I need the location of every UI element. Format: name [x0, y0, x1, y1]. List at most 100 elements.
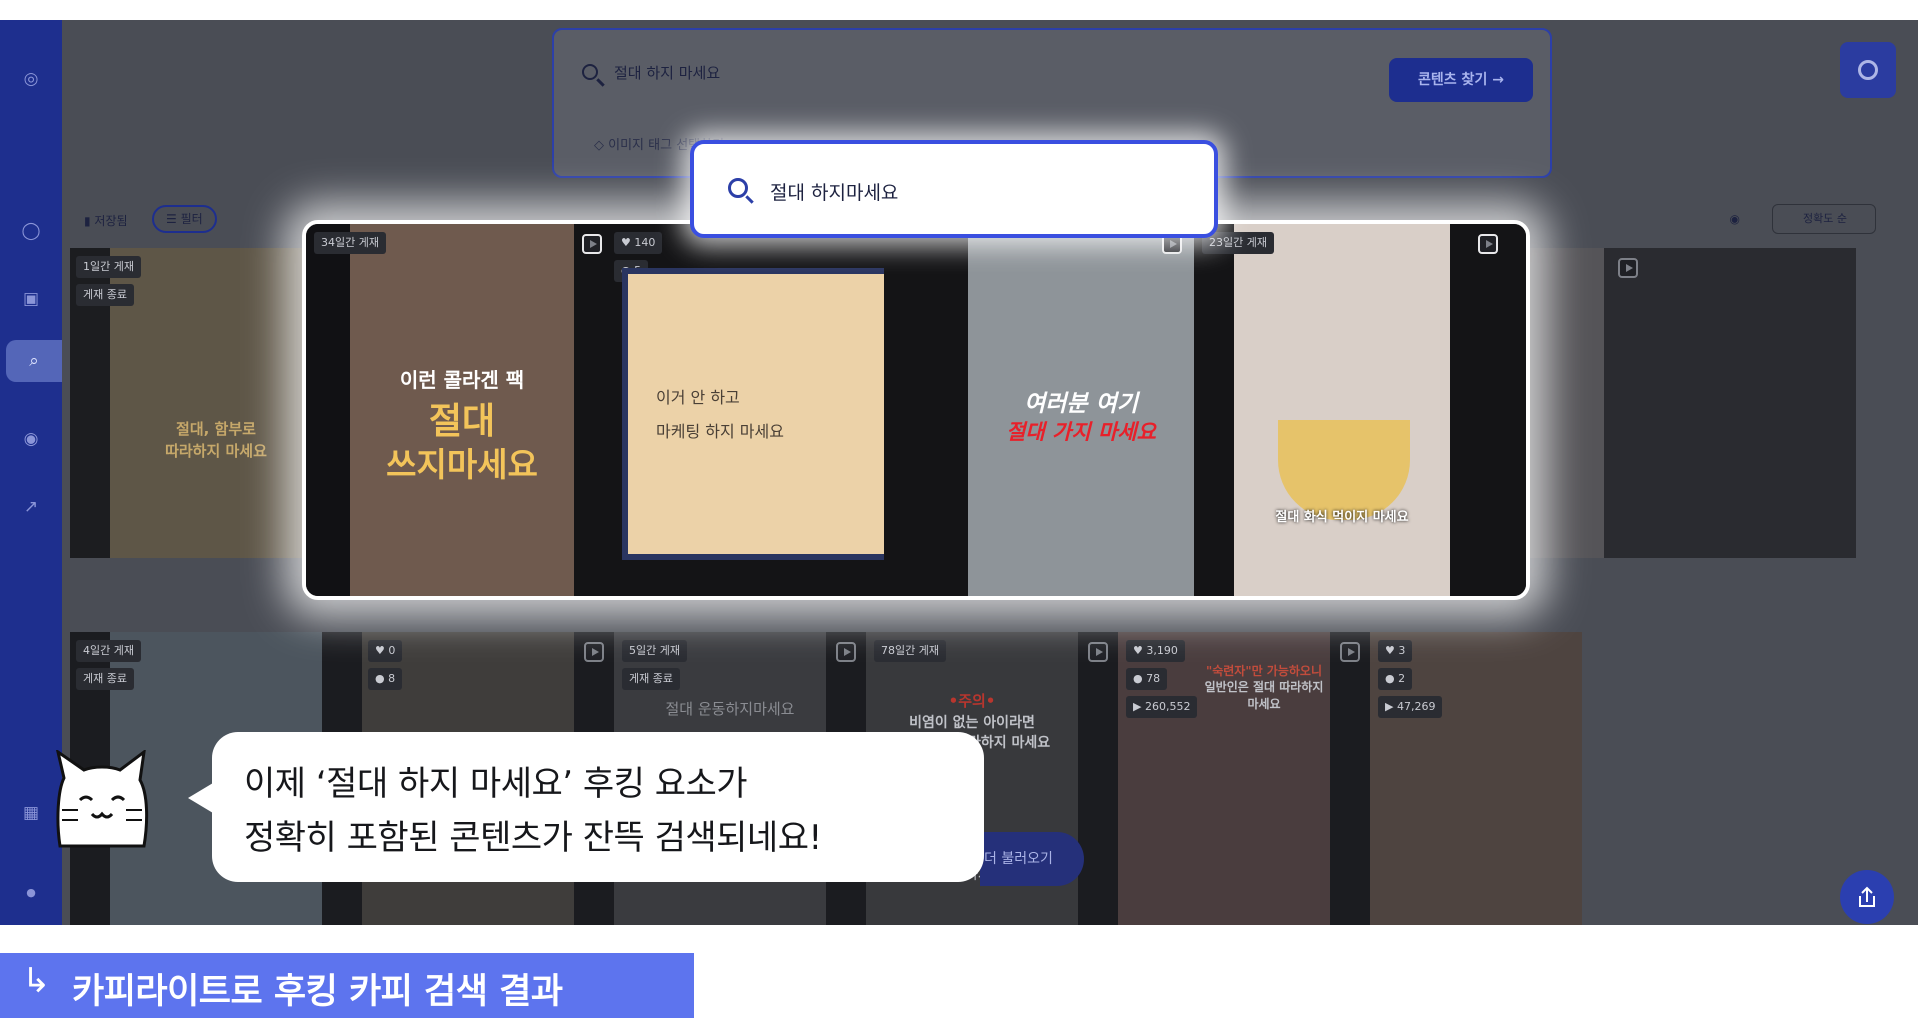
card-thumbnail	[1234, 224, 1450, 596]
saved-toggle[interactable]: ▮ 저장됨	[84, 212, 128, 229]
play-icon	[584, 642, 604, 662]
likes-count: 140	[634, 236, 656, 249]
heart-icon: ♥	[1385, 644, 1399, 657]
app-screen: ◎ ◯ ▣ ⌕ ◉ ↗ ▦ ● 절대 하지 마세요 ◇ 이미지 태그 선택하기 …	[0, 20, 1918, 925]
status-badge: 게재 종료	[76, 284, 134, 306]
card-overlay-text: 마케팅 하지 마세요	[656, 422, 784, 441]
content-card[interactable]: 1일간 게재 게재 종료 절대, 함부로 따라하지 마세요	[70, 248, 322, 558]
heart-icon: ♥	[621, 236, 635, 249]
card-thumbnail	[622, 268, 884, 560]
sort-label: 정확도 순	[1803, 212, 1847, 225]
comments-badge: ● 8	[368, 668, 403, 690]
views-count: 47,269	[1396, 700, 1436, 713]
play-icon	[1478, 234, 1498, 254]
highlight-card[interactable]: 34일간 게재 이런 콜라겐 팩 절대 쓰지마세요	[306, 224, 574, 596]
share-icon	[1859, 886, 1875, 907]
sidebar: ◎ ◯ ▣ ⌕ ◉ ↗ ▦ ●	[0, 20, 62, 925]
load-more-button[interactable]: 더 불러오기	[980, 832, 1084, 886]
play-icon	[1618, 258, 1638, 278]
likes-count: 0	[388, 644, 396, 657]
views-count: 260,552	[1144, 700, 1191, 713]
likes-badge: ♥ 140	[614, 232, 663, 254]
highlight-card[interactable]: 23일간 게재 절대 화식 먹이지 마세요	[1194, 224, 1526, 596]
comment-icon: ●	[375, 672, 389, 685]
status-badge: 게재 종료	[622, 668, 680, 690]
filter-icon: ☰	[166, 212, 181, 226]
tag-icon: ◇	[594, 138, 609, 153]
logo-icon[interactable]: ◎	[14, 64, 48, 94]
heart-icon: ♥	[1133, 644, 1147, 657]
card-overlay-text: 절대 가지 마세요	[1006, 420, 1156, 444]
search-content-icon[interactable]: ⌕	[6, 340, 62, 382]
eye-icon[interactable]: ◉	[1730, 212, 1740, 226]
image-search-icon[interactable]: ▣	[14, 284, 48, 314]
grid-icon[interactable]: ▦	[14, 798, 48, 828]
comments-badge: ● 78	[1126, 668, 1168, 690]
highlight-card[interactable]: 여러분 여기 절대 가지 마세요	[884, 224, 1194, 596]
fingerprint-icon[interactable]: ◉	[14, 424, 48, 454]
profile-icon[interactable]: ●	[14, 878, 48, 908]
share-button[interactable]	[1840, 870, 1894, 924]
card-overlay-text: 이런 콜라겐 팩	[399, 368, 525, 392]
play-icon	[836, 642, 856, 662]
content-card[interactable]: ♥ 3 ● 2 ▶ 47,269	[1330, 632, 1582, 925]
search-input[interactable]: 절대 하지 마세요	[614, 62, 720, 83]
play-icon	[1088, 642, 1108, 662]
comment-icon: ●	[1133, 672, 1147, 685]
speech-line: 정확히 포함된 콘텐츠가 잔뜩 검색되네요!	[244, 818, 822, 858]
caption-text: 카피라이트로 후킹 카피 검색 결과	[72, 972, 563, 1012]
search-icon	[728, 178, 748, 198]
return-arrow-icon: ↳	[22, 961, 51, 1001]
card-overlay-text: 일반인은 절대 따라하지 마세요	[1204, 680, 1324, 711]
likes-badge: ♥ 0	[368, 640, 403, 662]
content-card[interactable]: ♥ 3,190 ● 78 ▶ 260,552 "숙련자"만 가능하오니 일반인은…	[1078, 632, 1330, 925]
comments-count: 8	[388, 672, 396, 685]
duration-badge: 5일간 게재	[622, 640, 687, 662]
bookmark-icon: ▮	[84, 214, 95, 228]
card-overlay-text: •주의•	[948, 692, 996, 710]
trend-icon[interactable]: ↗	[14, 492, 48, 522]
comment-icon: ●	[1385, 672, 1399, 685]
assistant-button[interactable]	[1840, 42, 1896, 98]
duration-badge: 1일간 게재	[76, 256, 141, 278]
card-overlay-text: 이거 안 하고	[656, 388, 740, 407]
card-overlay-text: 절대 운동하지마세요	[665, 700, 795, 718]
find-content-button[interactable]: 콘텐츠 찾기 →	[1389, 58, 1533, 102]
filter-button[interactable]: ☰ 필터	[152, 205, 217, 233]
sort-select[interactable]: 정확도 순	[1772, 204, 1876, 234]
status-badge: 게재 종료	[76, 668, 134, 690]
card-overlay-text: 절대, 함부로	[176, 420, 256, 438]
card-thumbnail	[110, 248, 322, 558]
content-card[interactable]	[1604, 248, 1856, 558]
filter-label: 필터	[180, 212, 203, 226]
views-badge: ▶ 47,269	[1378, 696, 1443, 718]
play-small-icon: ▶	[1133, 700, 1145, 713]
comments-badge: ● 2	[1378, 668, 1413, 690]
card-overlay-text: 절대 화식 먹이지 마세요	[1275, 510, 1409, 525]
card-overlay-text: "숙련자"만 가능하오니	[1205, 664, 1323, 678]
duration-badge: 23일간 게재	[1202, 232, 1274, 254]
speech-line: 이제 ‘절대 하지 마세요’ 후킹 요소가	[244, 764, 748, 804]
likes-count: 3,190	[1146, 644, 1178, 657]
likes-count: 3	[1398, 644, 1406, 657]
popup-search-query: 절대 하지마세요	[770, 182, 899, 204]
caption-bar: ↳ 카피라이트로 후킹 카피 검색 결과	[0, 953, 694, 1018]
card-overlay-text: 쓰지마세요	[386, 445, 538, 484]
comments-count: 78	[1146, 672, 1161, 685]
chat-icon[interactable]: ◯	[14, 216, 48, 246]
duration-badge: 78일간 게재	[874, 640, 946, 662]
play-small-icon: ▶	[1385, 700, 1397, 713]
likes-badge: ♥ 3,190	[1126, 640, 1185, 662]
search-icon	[582, 64, 598, 80]
cat-icon	[55, 750, 149, 848]
duration-badge: 34일간 게재	[314, 232, 386, 254]
highlight-card[interactable]: ♥ 140 ● 5 이거 안 하고 마케팅 하지 마세요	[574, 224, 884, 596]
play-icon	[1340, 642, 1360, 662]
card-overlay-text: 여러분 여기	[1024, 391, 1138, 417]
card-overlay-text: 비염이 없는 아이라면	[909, 715, 1035, 731]
popup-search-field[interactable]: 절대 하지마세요	[690, 140, 1218, 238]
heart-icon: ♥	[375, 644, 389, 657]
duration-badge: 4일간 게재	[76, 640, 141, 662]
card-overlay-text: 따라하지 마세요	[165, 442, 267, 460]
play-icon	[582, 234, 602, 254]
